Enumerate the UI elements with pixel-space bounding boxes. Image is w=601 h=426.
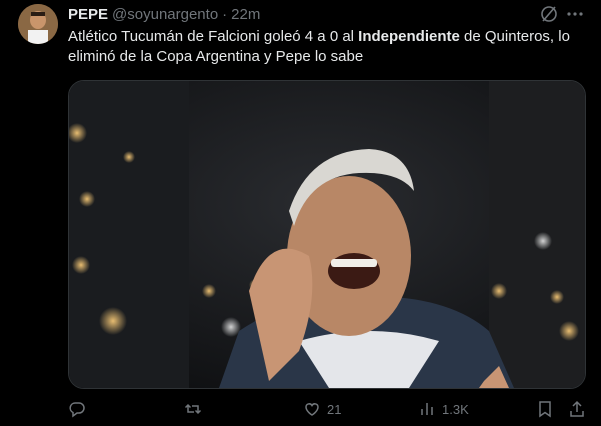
reply-button[interactable] [68,400,92,418]
timestamp[interactable]: 22m [231,6,260,23]
tweet-text-part1: Atlético Tucumán de Falcioni goleó 4 a 0… [68,28,359,45]
tweet-media[interactable] [68,80,586,389]
more-icon[interactable] [565,4,585,24]
author-handle[interactable]: @soyunargento [112,6,218,23]
tweet[interactable]: PEPE @soyunargento · 22m Atlético Tucumá… [0,0,601,426]
bookmark-icon [539,401,551,418]
share-button[interactable] [568,400,586,418]
reply-icon [69,402,85,418]
author-name[interactable]: PEPE [68,6,108,23]
tweet-text-bold: Independiente [358,28,460,45]
bookmark-button[interactable] [536,400,554,418]
retweet-button[interactable] [184,400,208,418]
views-count: 1.3K [442,401,469,417]
tweet-text: Atlético Tucumán de Falcioni goleó 4 a 0… [68,27,588,67]
like-icon [305,403,319,416]
separator-dot: · [222,5,228,23]
avatar[interactable] [18,4,58,44]
action-bar: 21 1.3K [0,394,601,426]
retweet-icon [184,403,202,415]
tweet-header: PEPE @soyunargento · 22m [68,4,260,24]
grok-icon[interactable] [539,4,559,24]
views-icon [421,403,433,415]
like-button[interactable]: 21 [303,400,341,418]
share-icon [570,400,584,417]
like-count: 21 [327,401,342,417]
media-image [69,81,585,388]
views-button[interactable]: 1.3K [418,400,469,418]
